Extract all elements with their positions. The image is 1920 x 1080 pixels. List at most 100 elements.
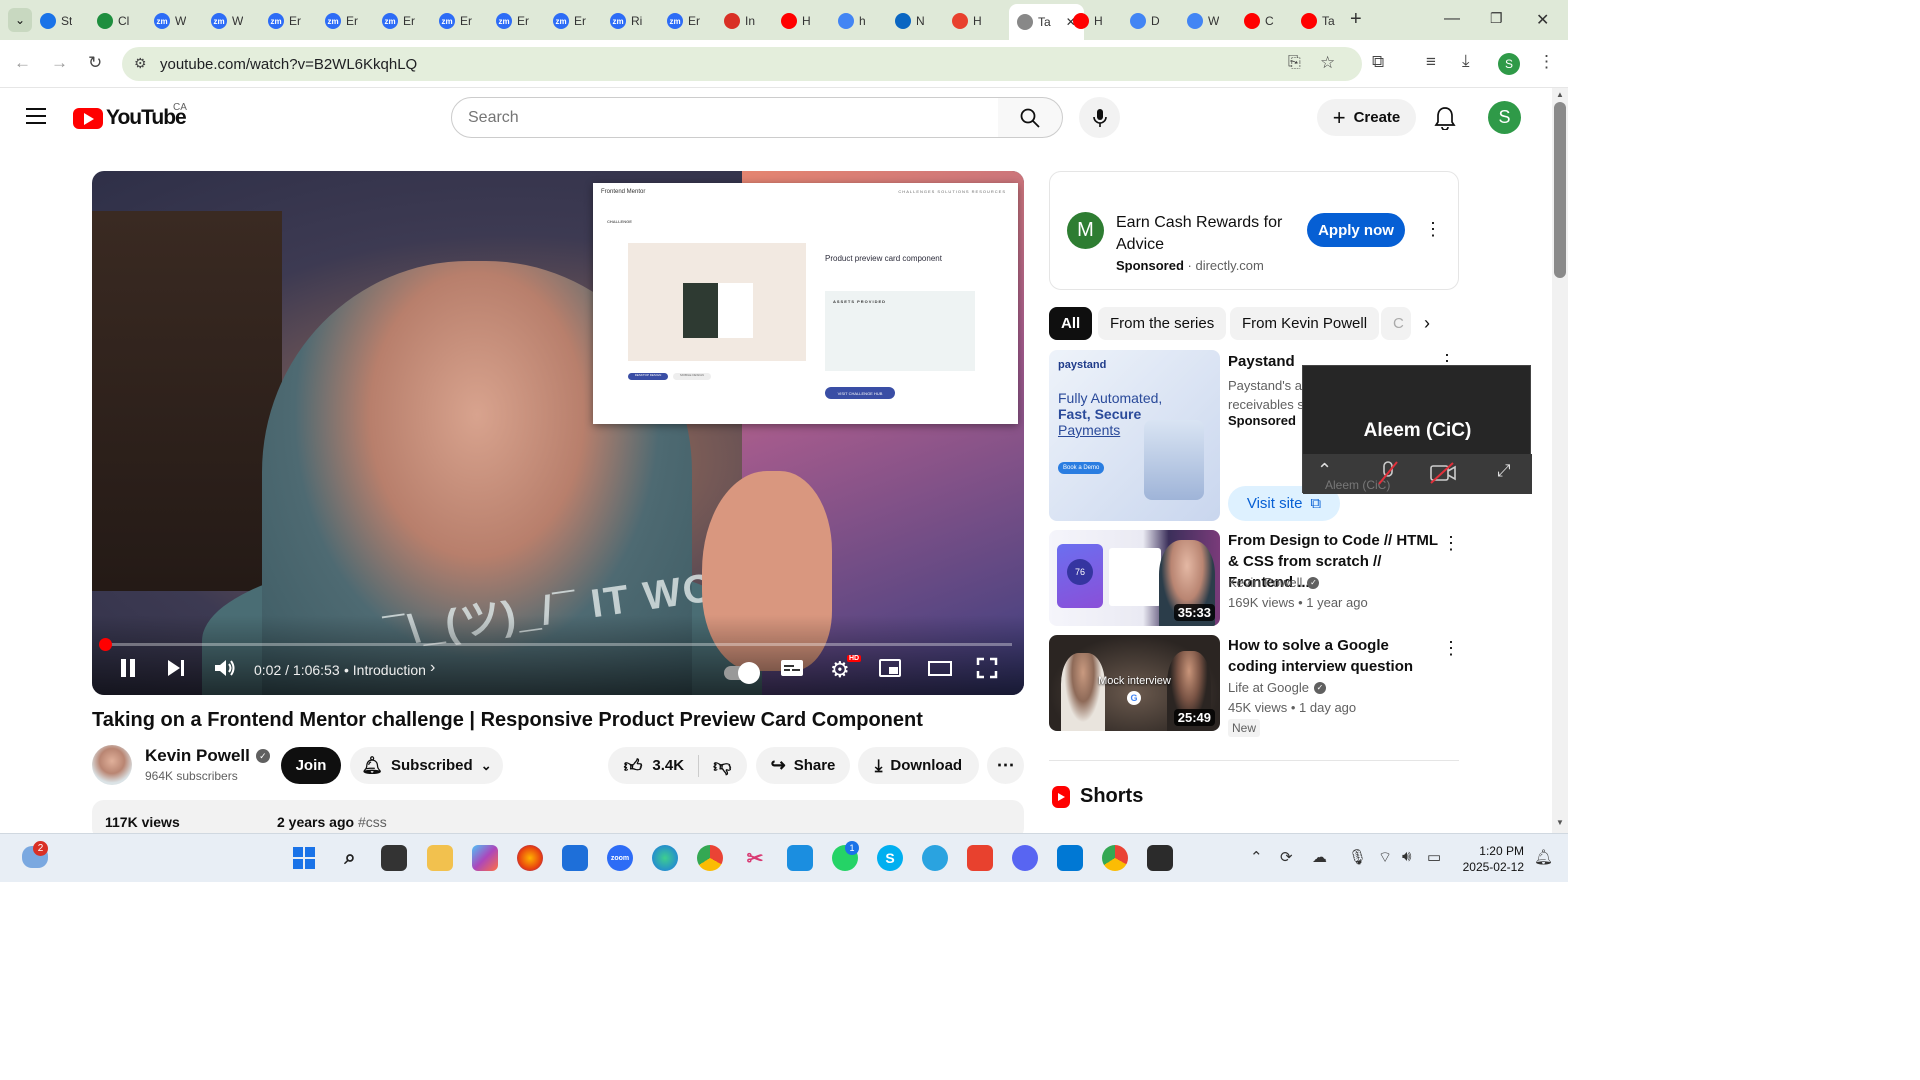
hamburger-menu-icon[interactable] (26, 108, 46, 124)
chapter-chevron-icon[interactable]: › (430, 659, 435, 677)
subscribed-button[interactable]: 🔔︎ Subscribed ⌄ (350, 747, 503, 784)
dislike-button[interactable]: 👎︎ (699, 755, 731, 777)
more-actions-button[interactable]: ⋯ (987, 747, 1024, 784)
browser-tab[interactable]: h (838, 8, 866, 34)
theater-mode-icon[interactable] (927, 657, 953, 685)
browser-tab[interactable]: W (1187, 8, 1219, 34)
extensions-icon[interactable]: ⧉ (1372, 52, 1384, 72)
browser-tab[interactable]: zm W (154, 8, 186, 34)
tab-search-icon[interactable]: ⌄ (8, 8, 32, 32)
browser-tab[interactable]: zm Er (268, 8, 301, 34)
chips-next-chevron-icon[interactable]: › (1424, 313, 1430, 334)
browser-tab[interactable]: Cl (97, 8, 129, 34)
fullscreen-icon[interactable] (976, 657, 998, 685)
pause-icon[interactable] (118, 657, 138, 685)
video-player[interactable]: ¯\_(ツ)_/¯ IT WORKS Frontend Mentor CHALL… (92, 171, 1024, 695)
notifications-bell-icon[interactable] (1434, 106, 1456, 135)
new-tab-icon[interactable]: + (1350, 8, 1362, 31)
scroll-up-arrow-icon[interactable]: ▲ (1556, 90, 1564, 99)
browser-tab[interactable]: zm Er (553, 8, 586, 34)
browser-tab[interactable]: C (1244, 8, 1274, 34)
browser-tab[interactable]: zm Ri (610, 8, 642, 34)
rec2-channel-row[interactable]: Life at Google ✓ (1228, 680, 1326, 695)
search-input[interactable] (468, 106, 968, 130)
zoom-app-icon[interactable]: zoom (607, 845, 633, 871)
chrome-active-icon[interactable] (1102, 845, 1128, 871)
browser-tab[interactable]: H (781, 8, 811, 34)
forward-icon[interactable]: → (51, 53, 68, 73)
back-icon[interactable]: ← (14, 53, 31, 73)
rec1-options-icon[interactable]: ⋮ (1442, 534, 1460, 552)
sync-icon[interactable]: ⟳ (1280, 848, 1293, 866)
account-avatar[interactable]: S (1488, 101, 1521, 134)
browser-tab[interactable]: N (895, 8, 925, 34)
site-info-icon[interactable]: ⚙ (134, 55, 147, 72)
apply-now-button[interactable]: Apply now (1307, 213, 1405, 247)
restore-icon[interactable]: ❐ (1490, 10, 1503, 27)
snipping-tool-icon[interactable]: ✂ (742, 845, 768, 871)
youtube-logo[interactable]: YouTube (73, 106, 187, 130)
wifi-icon[interactable]: ⌔ (1378, 848, 1392, 867)
channel-name[interactable]: Kevin Powell (145, 746, 250, 766)
search-box[interactable] (451, 97, 999, 138)
downloads-icon[interactable]: ⤓ (1462, 51, 1470, 71)
subtitles-icon[interactable] (780, 657, 804, 685)
browser-tab[interactable]: zm Er (667, 8, 700, 34)
browser-tab[interactable]: zm Er (439, 8, 472, 34)
chip-from-kevin-powell[interactable]: From Kevin Powell (1230, 307, 1380, 340)
chrome-icon[interactable] (697, 845, 723, 871)
browser-tab[interactable]: zm Er (382, 8, 415, 34)
create-button[interactable]: + Create (1317, 99, 1416, 136)
scrollbar-thumb[interactable] (1554, 102, 1566, 278)
progress-bar[interactable] (104, 643, 1012, 646)
miniplayer-icon[interactable] (878, 657, 902, 685)
like-button[interactable]: 👍︎ 3.4K (624, 754, 700, 777)
vscode-icon[interactable] (1057, 845, 1083, 871)
rec2-title[interactable]: How to solve a Google coding interview q… (1228, 635, 1438, 677)
browser-tab[interactable]: zm Er (496, 8, 529, 34)
rec1-channel[interactable]: Kevin Powell (1228, 575, 1302, 590)
telegram-icon[interactable] (922, 845, 948, 871)
chip-all[interactable]: All (1049, 307, 1093, 340)
copilot-icon[interactable] (472, 845, 498, 871)
join-button[interactable]: Join (281, 747, 341, 784)
reload-icon[interactable]: ↻ (88, 53, 102, 73)
chrome-menu-icon[interactable]: ⋮ (1538, 52, 1555, 72)
microsoft-store-icon[interactable] (562, 845, 588, 871)
keyboard-app-icon[interactable] (787, 845, 813, 871)
ad-title[interactable]: Earn Cash Rewards for Advice (1116, 212, 1296, 256)
rec1-thumbnail[interactable]: 76 35:33 (1049, 530, 1220, 626)
windows-start-icon[interactable] (291, 845, 317, 871)
mic-muted-icon[interactable] (1377, 460, 1399, 491)
rec1-channel-row[interactable]: Kevin Powell ✓ (1228, 575, 1320, 590)
edge-icon[interactable] (652, 845, 678, 871)
close-window-icon[interactable]: ✕ (1536, 10, 1549, 30)
browser-tab[interactable]: zm Er (325, 8, 358, 34)
sidebar-ad-card[interactable]: M Earn Cash Rewards for Advice Sponsored… (1049, 171, 1459, 290)
rec2-thumbnail[interactable]: Mock interview G 25:49 (1049, 635, 1220, 731)
taskbar-search-icon[interactable]: ⌕ (337, 845, 363, 871)
tray-overflow-icon[interactable]: ⌃ (1250, 848, 1263, 866)
firefox-icon[interactable] (517, 845, 543, 871)
scrubber-handle[interactable] (99, 638, 112, 651)
channel-name-row[interactable]: Kevin Powell ✓ (145, 746, 270, 766)
browser-tab[interactable]: zm W (211, 8, 243, 34)
address-bar[interactable]: ⚙ youtube.com/watch?v=B2WL6KkqhLQ ⎘ ☆ (122, 47, 1362, 81)
paystand-thumbnail[interactable]: paystand Fully Automated, Fast, Secure P… (1049, 350, 1220, 521)
anydesk-icon[interactable] (967, 845, 993, 871)
minimize-icon[interactable]: — (1444, 10, 1460, 28)
voice-search-button[interactable] (1079, 97, 1120, 138)
browser-tab[interactable]: D (1130, 8, 1160, 34)
task-view-icon[interactable] (381, 845, 407, 871)
notification-center-icon[interactable]: 🔔︎ (1534, 848, 1553, 866)
install-app-icon[interactable]: ⎘ (1288, 54, 1301, 72)
autoplay-toggle[interactable] (724, 661, 760, 684)
chrome-profile-avatar[interactable]: S (1498, 53, 1520, 75)
scroll-down-arrow-icon[interactable]: ▼ (1556, 818, 1564, 827)
browser-tab[interactable]: St (40, 8, 72, 34)
onedrive-icon[interactable]: ☁ (1312, 848, 1327, 866)
camera-off-icon[interactable] (1429, 462, 1457, 489)
rec2-options-icon[interactable]: ⋮ (1442, 639, 1460, 657)
media-control-icon[interactable]: ≡ (1426, 52, 1436, 72)
rec2-channel[interactable]: Life at Google (1228, 680, 1309, 695)
